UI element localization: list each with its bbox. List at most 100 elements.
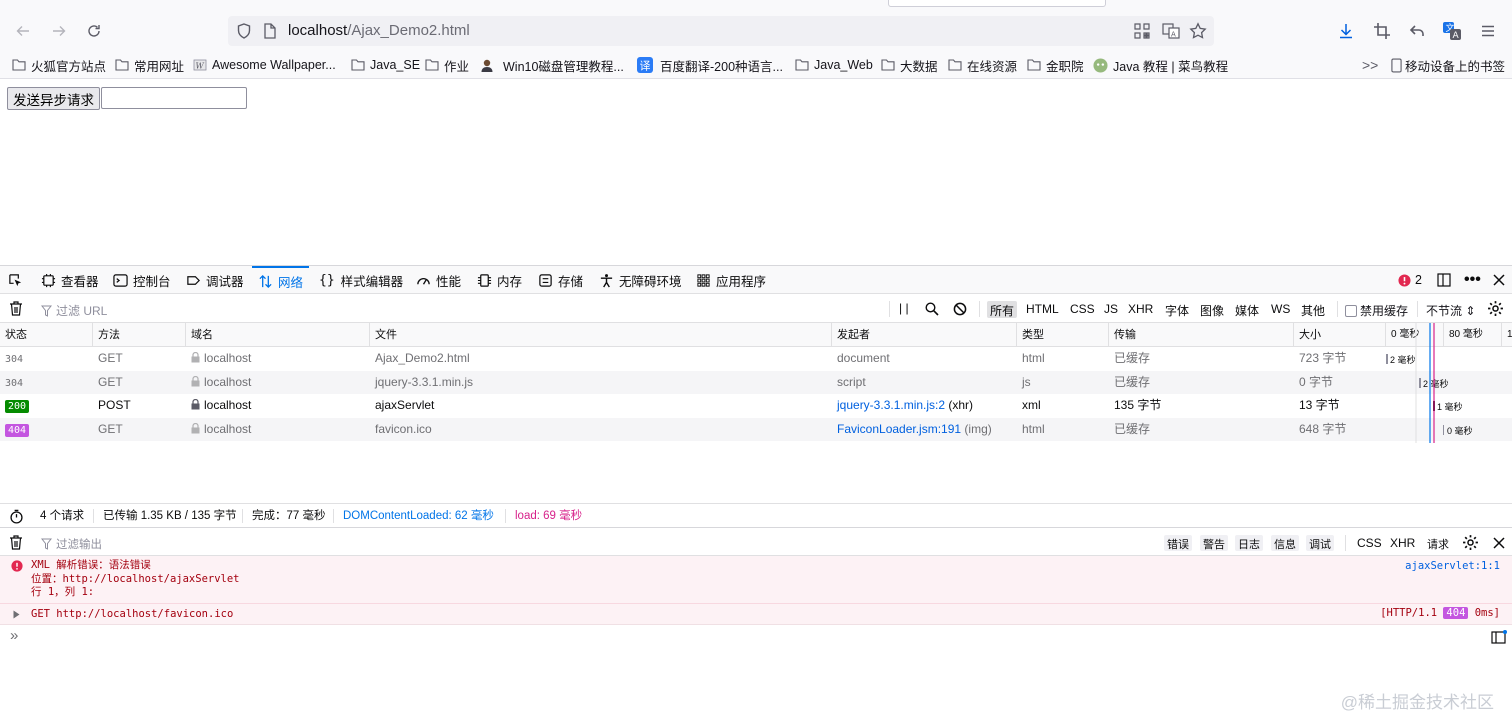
url-bar[interactable]: localhost/Ajax_Demo2.html A: [228, 16, 1214, 46]
bookmark-link[interactable]: W Awesome Wallpaper...: [193, 56, 336, 74]
console-filter-warnings[interactable]: 警告: [1200, 535, 1228, 551]
table-row[interactable]: 304 GET localhost Ajax_Demo2.html docume…: [0, 347, 1512, 371]
column-transferred[interactable]: 传输: [1109, 323, 1294, 347]
network-table-header: 状态 方法 域名 文件 发起者 类型 传输 大小 0 毫秒 80 毫秒 1: [0, 323, 1512, 347]
console-filter-xhr[interactable]: XHR: [1387, 535, 1418, 551]
table-row[interactable]: 304 GET localhost jquery-3.3.1.min.js sc…: [0, 370, 1512, 394]
reload-button[interactable]: [82, 19, 106, 43]
status-badge: 404: [5, 423, 30, 437]
block-url-button[interactable]: [953, 302, 967, 316]
downloads-button[interactable]: [1334, 19, 1358, 43]
more-options-button[interactable]: •••: [1464, 266, 1481, 294]
bookmark-link[interactable]: Java 教程 | 菜鸟教程: [1093, 56, 1228, 74]
bookmark-folder[interactable]: 金职院: [1027, 56, 1084, 74]
tab-inspector[interactable]: 查看器: [41, 266, 99, 294]
tab-memory[interactable]: 内存: [477, 266, 522, 294]
url-text[interactable]: localhost/Ajax_Demo2.html: [288, 22, 470, 39]
disable-cache-checkbox[interactable]: 禁用缓存: [1345, 302, 1408, 319]
pause-recording-button[interactable]: | |: [899, 301, 909, 315]
folder-icon: [948, 59, 962, 71]
tab-console[interactable]: 控制台: [113, 266, 171, 294]
column-status[interactable]: 状态: [0, 323, 93, 347]
element-picker-button[interactable]: [8, 266, 28, 294]
table-row[interactable]: 404 GET localhost favicon.ico FaviconLoa…: [0, 417, 1512, 442]
column-method[interactable]: 方法: [93, 323, 186, 347]
error-count-badge[interactable]: 2: [1398, 266, 1422, 294]
request-domain: localhost: [186, 394, 370, 418]
column-file[interactable]: 文件: [370, 323, 832, 347]
network-settings-button[interactable]: [1487, 300, 1504, 317]
console-filter-logs[interactable]: 日志: [1235, 535, 1263, 551]
filter-type-all[interactable]: 所有: [987, 301, 1018, 318]
bookmark-folder[interactable]: 火狐官方站点: [12, 56, 106, 74]
forward-button[interactable]: [47, 19, 71, 43]
lock-icon: [191, 422, 200, 433]
error-source-link[interactable]: ajaxServlet:1:1: [1405, 560, 1500, 572]
console-filter-debug[interactable]: 调试: [1306, 535, 1334, 551]
column-domain[interactable]: 域名: [186, 323, 370, 347]
clear-network-button[interactable]: [9, 301, 23, 316]
filter-type-ws[interactable]: WS: [1268, 301, 1293, 318]
tab-network[interactable]: 网络: [252, 266, 310, 294]
tab-debugger[interactable]: 调试器: [186, 266, 244, 294]
network-summary-bar: 4 个请求 已传输 1.35 KB / 135 字节 完成：77 毫秒 DOMC…: [0, 503, 1512, 528]
column-type[interactable]: 类型: [1017, 323, 1109, 347]
bookmark-link[interactable]: 译百度翻译-200种语言...: [637, 56, 783, 74]
console-network-message[interactable]: GET http://localhost/favicon.ico [HTTP/1…: [0, 604, 1512, 625]
bookmark-link[interactable]: Win10磁盘管理教程...: [480, 56, 624, 74]
filter-type-js[interactable]: JS: [1101, 301, 1121, 318]
tab-performance[interactable]: 性能: [416, 266, 461, 294]
translate-ext-button[interactable]: 文A: [1440, 19, 1464, 43]
tab-accessibility[interactable]: 无障碍环境: [599, 266, 682, 294]
tab-application[interactable]: 应用程序: [696, 266, 766, 294]
bookmark-folder[interactable]: 在线资源: [948, 56, 1017, 74]
filter-type-media[interactable]: 媒体: [1232, 301, 1262, 318]
bookmark-folder[interactable]: 作业: [425, 56, 469, 74]
close-devtools-button[interactable]: [1493, 266, 1505, 294]
console-filter-requests[interactable]: 请求: [1424, 535, 1452, 551]
mobile-bookmarks[interactable]: 移动设备上的书签: [1391, 56, 1505, 74]
table-row[interactable]: 200 POST localhost ajaxServlet jquery-3.…: [0, 394, 1512, 418]
screenshot-button[interactable]: [1370, 19, 1394, 43]
send-async-request-button[interactable]: 发送异步请求: [7, 87, 100, 110]
console-input-row[interactable]: »: [0, 625, 1512, 649]
column-initiator[interactable]: 发起者: [832, 323, 1017, 347]
tab-style-editor[interactable]: {} 样式编辑器: [319, 266, 403, 294]
performance-analysis-button[interactable]: [9, 509, 24, 524]
bookmarks-overflow-button[interactable]: >>: [1362, 56, 1378, 74]
console-error-message[interactable]: XML 解析错误：语法错误 位置：http://localhost/ajaxSe…: [0, 556, 1512, 604]
tab-label: 样式编辑器: [340, 274, 404, 289]
filter-type-html[interactable]: HTML: [1023, 301, 1062, 318]
url-filter-input[interactable]: 过滤 URL: [41, 302, 107, 319]
filter-type-css[interactable]: CSS: [1067, 301, 1098, 318]
console-filter-css[interactable]: CSS: [1354, 535, 1385, 551]
filter-type-images[interactable]: 图像: [1197, 301, 1227, 318]
close-split-console-button[interactable]: [1493, 537, 1505, 549]
bookmark-folder[interactable]: Java_Web: [795, 56, 873, 74]
tab-storage[interactable]: 存储: [538, 266, 583, 294]
column-size[interactable]: 大小: [1294, 323, 1386, 347]
initiator-link[interactable]: jquery-3.3.1.min.js:2: [837, 398, 945, 412]
filter-type-xhr[interactable]: XHR: [1125, 301, 1156, 318]
summary-dom-loaded: DOMContentLoaded: 62 毫秒: [343, 510, 494, 522]
lock-icon: [191, 399, 200, 410]
filter-type-fonts[interactable]: 字体: [1162, 301, 1192, 318]
menu-button[interactable]: [1476, 19, 1500, 43]
clear-console-button[interactable]: [9, 535, 23, 550]
undo-button[interactable]: [1405, 19, 1429, 43]
request-initiator: FaviconLoader.jsm:191 (img): [832, 418, 1017, 442]
dock-toggle-button[interactable]: [1437, 266, 1451, 294]
bookmark-folder[interactable]: 大数据: [881, 56, 938, 74]
response-text-input[interactable]: [101, 87, 247, 109]
search-button[interactable]: [925, 302, 939, 316]
throttling-select[interactable]: 不节流 ⇕: [1426, 302, 1475, 319]
back-button[interactable]: [11, 19, 35, 43]
initiator-link[interactable]: FaviconLoader.jsm:191: [837, 422, 961, 436]
filter-type-other[interactable]: 其他: [1298, 301, 1328, 318]
console-filter-info[interactable]: 信息: [1271, 535, 1299, 551]
bookmark-folder[interactable]: Java_SE: [351, 56, 420, 74]
console-filter-input[interactable]: 过滤输出: [41, 536, 102, 552]
console-filter-errors[interactable]: 错误: [1164, 535, 1192, 551]
bookmark-folder[interactable]: 常用网址: [115, 56, 184, 74]
console-settings-button[interactable]: [1462, 534, 1479, 551]
